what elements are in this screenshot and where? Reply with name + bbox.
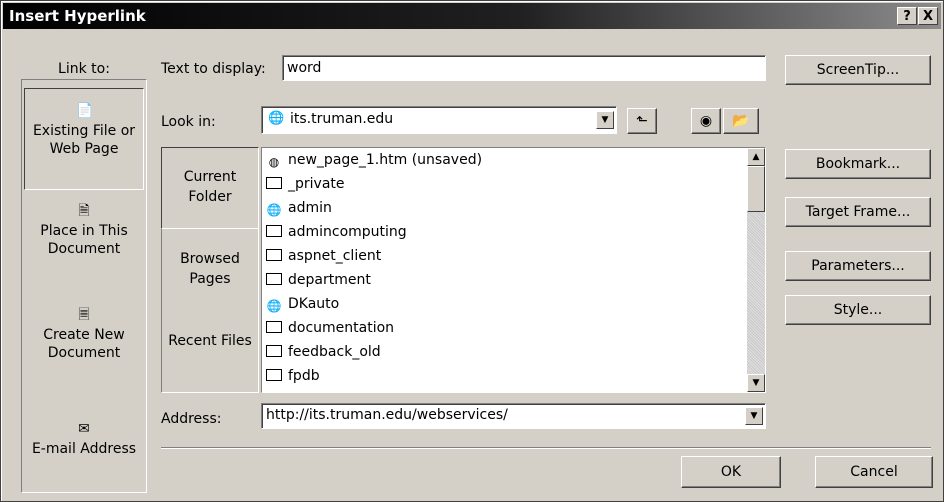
bookmark-button[interactable]: Bookmark... <box>785 149 931 179</box>
target-frame-button[interactable]: Target Frame... <box>785 197 931 227</box>
list-item-label: department <box>288 272 371 288</box>
divider <box>161 447 931 449</box>
look-in-dropdown-arrow[interactable]: ▼ <box>596 111 614 129</box>
folder-icon <box>266 225 282 237</box>
link-to-heading: Link to: <box>58 61 110 77</box>
folder-icon <box>266 369 282 381</box>
list-item-label: admin <box>288 200 332 216</box>
file-list[interactable]: ◍ new_page_1.htm (unsaved) _private 🌐 admi… <box>261 147 766 393</box>
address-value: http://its.truman.edu/webservices/ <box>266 407 508 423</box>
list-item-label: fpdb <box>288 368 320 384</box>
list-item[interactable]: 🌐 admin <box>266 196 332 220</box>
style-button[interactable]: Style... <box>785 295 931 325</box>
list-item-label: DKauto <box>288 296 340 312</box>
folder-icon <box>266 249 282 261</box>
folder-icon <box>266 177 282 189</box>
list-item[interactable]: feedback_old <box>266 340 381 364</box>
list-item[interactable]: department <box>266 268 371 292</box>
browse-web-icon: ◉ <box>699 113 713 129</box>
link-create-label: Create New Document <box>43 327 125 361</box>
text-to-display-input[interactable]: word <box>282 55 766 81</box>
list-item-label: new_page_1.htm (unsaved) <box>288 152 483 168</box>
ie-page-icon: ◍ <box>268 155 280 169</box>
link-existing-file[interactable]: 📄 Existing File or Web Page <box>22 102 146 158</box>
email-icon: ✉ <box>78 421 90 437</box>
list-item-label: feedback_old <box>288 344 381 360</box>
tab-current-folder[interactable]: Current Folder <box>161 167 259 207</box>
address-input[interactable]: http://its.truman.edu/webservices/ ▼ <box>261 403 766 429</box>
scroll-up-arrow[interactable]: ▲ <box>747 148 765 166</box>
web-folder-icon: 🌐 <box>266 203 282 217</box>
up-one-folder-button[interactable]: ⬑ <box>627 108 657 134</box>
file-list-scrollbar[interactable]: ▲ ▼ <box>747 148 765 392</box>
list-item[interactable]: documentation <box>266 316 394 340</box>
link-create-new-document[interactable]: 🗏 Create New Document <box>22 306 146 362</box>
document-place-icon: 🗎 <box>78 203 90 219</box>
list-item[interactable]: admincomputing <box>266 220 407 244</box>
link-place-label: Place in This Document <box>40 223 128 257</box>
open-folder-icon: 📂 <box>732 113 750 129</box>
folder-icon <box>266 345 282 357</box>
text-to-display-label: Text to display: <box>161 61 266 77</box>
list-item[interactable]: _private <box>266 172 345 196</box>
list-item-label: admincomputing <box>288 224 407 240</box>
list-item[interactable]: aspnet_client <box>266 244 381 268</box>
title-bar: Insert Hyperlink ? X <box>3 3 941 29</box>
dialog-title: Insert Hyperlink <box>9 7 146 25</box>
new-document-icon: 🗏 <box>78 307 90 323</box>
list-item-label: aspnet_client <box>288 248 382 264</box>
ok-button[interactable]: OK <box>681 456 781 488</box>
list-item[interactable]: 🌐 DKauto <box>266 292 340 316</box>
help-button[interactable]: ? <box>897 7 917 25</box>
browse-web-button[interactable]: ◉ <box>691 108 721 134</box>
look-in-label: Look in: <box>161 114 216 130</box>
link-email-address[interactable]: ✉ E-mail Address <box>22 420 146 458</box>
list-item[interactable]: fpdb <box>266 364 320 388</box>
list-item-label: _private <box>288 176 345 192</box>
existing-file-icon: 📄 <box>76 103 94 119</box>
web-folder-icon: 🌐 <box>266 299 282 313</box>
link-to-bar: 📄 Existing File or Web Page 🗎 Place in T… <box>21 79 147 493</box>
look-in-select[interactable]: 🌐 its.truman.edu ▼ <box>261 106 617 134</box>
parameters-button[interactable]: Parameters... <box>785 251 931 281</box>
folder-icon <box>266 321 282 333</box>
link-email-label: E-mail Address <box>31 441 137 457</box>
link-place-in-document[interactable]: 🗎 Place in This Document <box>22 202 146 258</box>
web-folder-icon: 🌐 <box>268 111 285 126</box>
cancel-button[interactable]: Cancel <box>815 456 933 488</box>
list-item-label: documentation <box>288 320 395 336</box>
address-label: Address: <box>161 411 222 427</box>
look-in-value: its.truman.edu <box>290 111 394 127</box>
up-folder-icon: ⬑ <box>636 113 648 129</box>
screentip-button[interactable]: ScreenTip... <box>785 55 931 85</box>
insert-hyperlink-dialog: Insert Hyperlink ? X Link to: 📄 Existing… <box>0 0 944 502</box>
tab-recent-files[interactable]: Recent Files <box>161 331 259 351</box>
list-item[interactable]: ◍ new_page_1.htm (unsaved) <box>266 148 482 172</box>
browse-file-button[interactable]: 📂 <box>723 108 759 134</box>
scroll-down-arrow[interactable]: ▼ <box>747 374 765 392</box>
link-existing-file-label: Existing File or Web Page <box>32 123 136 157</box>
address-dropdown-arrow[interactable]: ▼ <box>745 407 763 425</box>
folder-icon <box>266 273 282 285</box>
tab-browsed-pages[interactable]: Browsed Pages <box>161 249 259 289</box>
scroll-thumb[interactable] <box>747 166 765 212</box>
close-button[interactable]: X <box>918 7 938 25</box>
